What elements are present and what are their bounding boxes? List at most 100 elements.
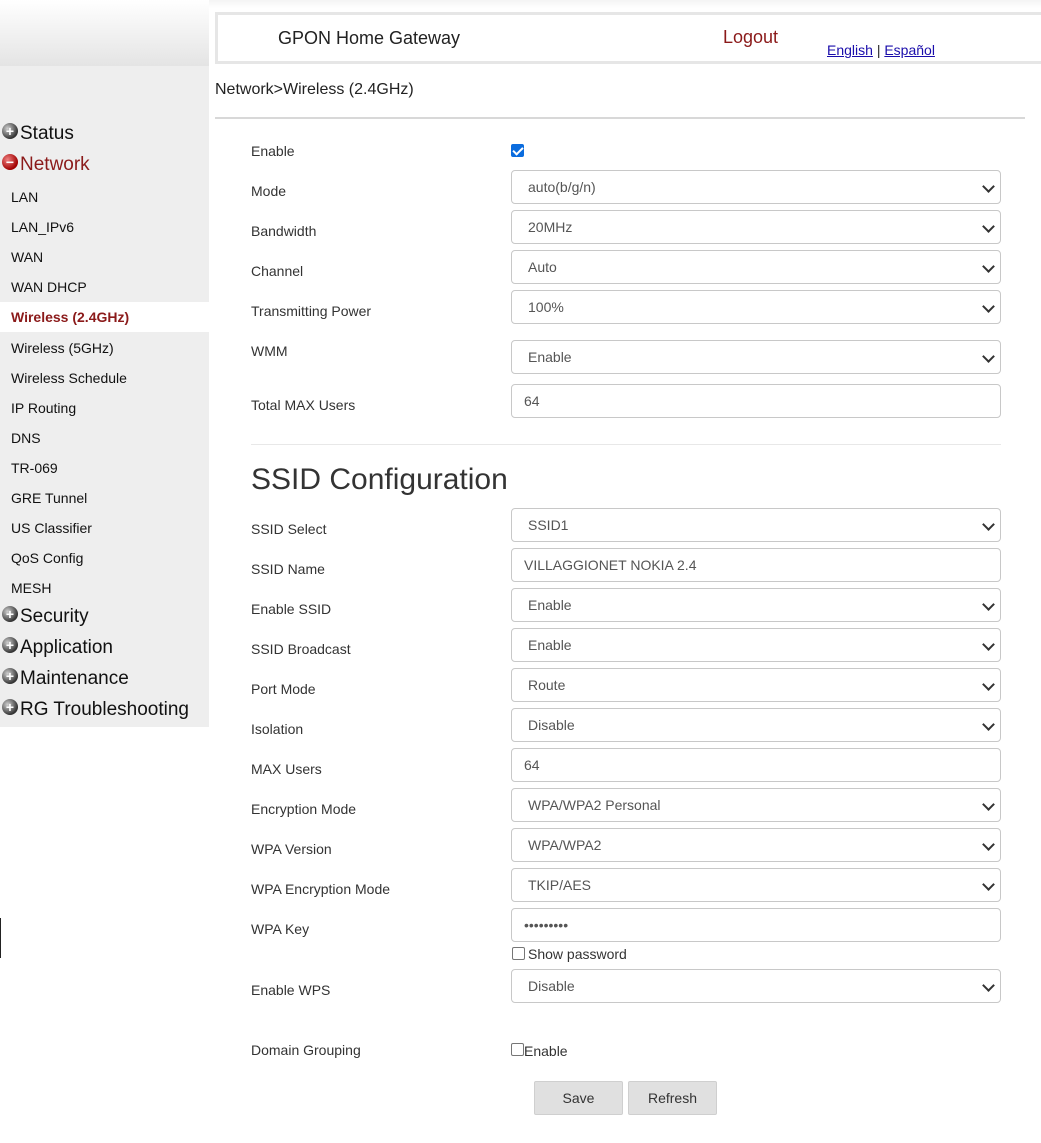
enable-ssid-select[interactable]: Enable (511, 588, 1001, 622)
sidebar-group-application[interactable]: + Application (2, 634, 113, 662)
total-max-users-label: Total MAX Users (251, 397, 356, 413)
sidebar-group-network[interactable]: − Network (2, 151, 90, 179)
ssid-name-input[interactable]: VILLAGGIONET NOKIA 2.4 (511, 548, 1001, 582)
bandwidth-value: 20MHz (528, 219, 573, 235)
sidebar-item-mesh[interactable]: MESH (0, 573, 209, 603)
sidebar-item-wireless-schedule[interactable]: Wireless Schedule (0, 363, 209, 393)
ssid-broadcast-value: Enable (528, 637, 572, 653)
mode-value: auto(b/g/n) (528, 179, 596, 195)
ssid-select[interactable]: SSID1 (511, 508, 1001, 542)
sidebar: + Status − Network LAN LAN_IPv6 WAN WAN … (0, 66, 209, 727)
sidebar-group-status[interactable]: + Status (2, 120, 74, 148)
minus-circle-icon: − (2, 154, 18, 170)
ssid-broadcast-label: SSID Broadcast (251, 641, 351, 657)
sidebar-item-tr069[interactable]: TR-069 (0, 453, 209, 483)
show-password-label: Show password (528, 946, 627, 962)
isolation-select[interactable]: Disable (511, 708, 1001, 742)
sidebar-group-label: Maintenance (20, 668, 129, 689)
transmitting-power-value: 100% (528, 299, 564, 315)
wpa-version-label: WPA Version (251, 841, 332, 857)
transmitting-power-select[interactable]: 100% (511, 290, 1001, 324)
divider (251, 444, 1001, 445)
lang-english-link[interactable]: English (827, 42, 873, 58)
channel-value: Auto (528, 259, 557, 275)
domain-grouping-label: Domain Grouping (251, 1042, 361, 1058)
domain-grouping-checkbox[interactable] (511, 1043, 524, 1056)
chevron-down-icon (982, 220, 995, 233)
plus-circle-icon: + (2, 637, 18, 653)
chevron-down-icon (982, 678, 995, 691)
sidebar-item-ip-routing[interactable]: IP Routing (0, 393, 209, 423)
chevron-down-icon (982, 638, 995, 651)
sidebar-item-gre-tunnel[interactable]: GRE Tunnel (0, 483, 209, 513)
sidebar-header-gradient (0, 0, 209, 66)
chevron-down-icon (982, 180, 995, 193)
wpa-key-input[interactable]: ••••••••• (511, 908, 1001, 942)
chevron-down-icon (982, 878, 995, 891)
max-users-value: 64 (524, 757, 540, 773)
chevron-down-icon (982, 598, 995, 611)
domain-grouping-enable-label: Enable (524, 1043, 568, 1059)
sidebar-item-dns[interactable]: DNS (0, 423, 209, 453)
bandwidth-label: Bandwidth (251, 223, 317, 239)
sidebar-item-wireless-5ghz[interactable]: Wireless (5GHz) (0, 333, 209, 363)
wpa-encryption-mode-value: TKIP/AES (528, 877, 592, 893)
port-mode-value: Route (528, 677, 566, 693)
header-top-strip (209, 0, 1041, 8)
sidebar-item-qos-config[interactable]: QoS Config (0, 543, 209, 573)
save-button[interactable]: Save (534, 1081, 623, 1115)
wpa-encryption-mode-label: WPA Encryption Mode (251, 881, 391, 897)
wmm-select[interactable]: Enable (511, 340, 1001, 374)
chevron-down-icon (982, 838, 995, 851)
sidebar-group-label: Application (20, 637, 113, 658)
total-max-users-input[interactable]: 64 (511, 384, 1001, 418)
ssid-broadcast-select[interactable]: Enable (511, 628, 1001, 662)
channel-select[interactable]: Auto (511, 250, 1001, 284)
wpa-version-select[interactable]: WPA/WPA2 (511, 828, 1001, 862)
plus-circle-icon: + (2, 668, 18, 684)
enable-label: Enable (251, 143, 295, 159)
enable-wps-label: Enable WPS (251, 982, 331, 998)
sidebar-group-security[interactable]: + Security (2, 603, 89, 631)
isolation-value: Disable (528, 717, 575, 733)
encryption-mode-select[interactable]: WPA/WPA2 Personal (511, 788, 1001, 822)
ssid-select-value: SSID1 (528, 517, 569, 533)
divider (0, 918, 1, 958)
show-password-checkbox[interactable] (512, 947, 525, 960)
max-users-label: MAX Users (251, 761, 322, 777)
sidebar-item-us-classifier[interactable]: US Classifier (0, 513, 209, 543)
sidebar-item-wan[interactable]: WAN (0, 242, 209, 272)
chevron-down-icon (982, 718, 995, 731)
sidebar-item-wireless-24ghz[interactable]: Wireless (2.4GHz) (0, 302, 209, 332)
mode-select[interactable]: auto(b/g/n) (511, 170, 1001, 204)
ssid-name-label: SSID Name (251, 561, 325, 577)
sidebar-item-lan[interactable]: LAN (0, 182, 209, 212)
ssid-name-value: VILLAGGIONET NOKIA 2.4 (524, 557, 697, 573)
refresh-button[interactable]: Refresh (628, 1081, 717, 1115)
max-users-input[interactable]: 64 (511, 748, 1001, 782)
sidebar-group-maintenance[interactable]: + Maintenance (2, 665, 129, 693)
sidebar-group-rg-troubleshooting[interactable]: + RG Troubleshooting (2, 696, 189, 724)
channel-label: Channel (251, 263, 304, 279)
enable-ssid-value: Enable (528, 597, 572, 613)
sidebar-item-wan-dhcp[interactable]: WAN DHCP (0, 272, 209, 302)
chevron-down-icon (982, 979, 995, 992)
lang-espanol-link[interactable]: Español (884, 42, 935, 58)
chevron-down-icon (982, 798, 995, 811)
enable-checkbox[interactable] (511, 144, 524, 157)
header-bar: GPON Home Gateway Logout English | Españ… (215, 12, 1041, 64)
sidebar-item-lan-ipv6[interactable]: LAN_IPv6 (0, 212, 209, 242)
enable-wps-select[interactable]: Disable (511, 969, 1001, 1003)
bandwidth-select[interactable]: 20MHz (511, 210, 1001, 244)
lang-separator: | (876, 42, 881, 58)
encryption-mode-label: Encryption Mode (251, 801, 357, 817)
logout-link[interactable]: Logout (723, 27, 778, 48)
transmitting-power-label: Transmitting Power (251, 303, 372, 319)
chevron-down-icon (982, 300, 995, 313)
port-mode-select[interactable]: Route (511, 668, 1001, 702)
plus-circle-icon: + (2, 699, 18, 715)
wpa-encryption-mode-select[interactable]: TKIP/AES (511, 868, 1001, 902)
wpa-key-label: WPA Key (251, 921, 310, 937)
chevron-down-icon (982, 260, 995, 273)
wmm-value: Enable (528, 349, 572, 365)
